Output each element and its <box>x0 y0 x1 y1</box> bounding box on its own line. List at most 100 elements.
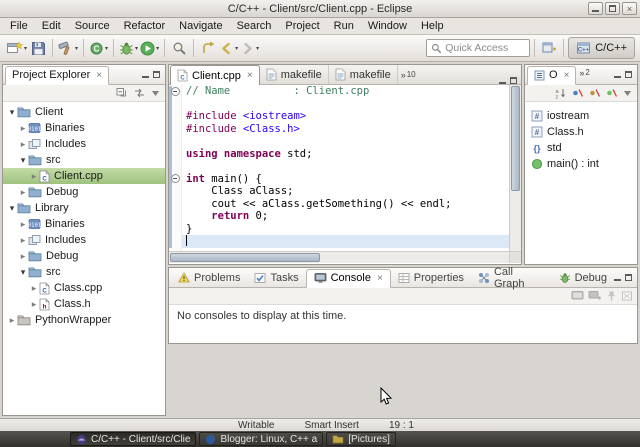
maximize-view-icon[interactable] <box>153 71 160 78</box>
search-button[interactable] <box>169 37 189 59</box>
code-line[interactable]: Class aClass; <box>182 185 509 198</box>
menu-navigate[interactable]: Navigate <box>172 19 229 33</box>
expand-arrow-icon[interactable]: ▸ <box>7 315 17 326</box>
tree-item-client-cpp[interactable]: ▸ C Client.cpp <box>3 168 165 184</box>
forward-dropdown-icon[interactable]: ▾ <box>256 45 259 52</box>
tree-item-src[interactable]: ▾ src <box>3 152 165 168</box>
minimize-view-icon[interactable] <box>614 275 621 281</box>
cpp-perspective-button[interactable]: C++ C/C++ <box>568 37 635 59</box>
code-line[interactable]: #include <Class.h> <box>182 123 509 136</box>
view-menu-icon[interactable] <box>622 88 633 98</box>
outline-view-overflow[interactable]: » 2 <box>579 68 589 78</box>
tree-item-debug[interactable]: ▸ Debug <box>3 248 165 264</box>
console-tab-problems[interactable]: Problems <box>171 268 247 287</box>
expand-arrow-icon[interactable]: ▸ <box>18 251 28 262</box>
editor-tab-overflow[interactable]: » 10 <box>401 70 416 80</box>
menu-source[interactable]: Source <box>68 19 117 33</box>
close-tab-icon[interactable]: × <box>247 70 253 81</box>
new-cpp-class-dropdown-icon[interactable]: ▾ <box>105 45 108 52</box>
display-selected-console-icon[interactable] <box>571 290 584 302</box>
code-line[interactable]: #include <iostream> <box>182 110 509 123</box>
menu-edit[interactable]: Edit <box>35 19 68 33</box>
expand-arrow-icon[interactable]: ▸ <box>18 187 28 198</box>
run-dropdown-icon[interactable]: ▾ <box>156 45 159 52</box>
menu-file[interactable]: File <box>3 19 35 33</box>
new-cpp-class-button[interactable]: C ▾ <box>88 37 109 59</box>
expand-arrow-icon[interactable]: ▸ <box>29 299 39 310</box>
taskbar-item[interactable]: Blogger: Linux, C++ a <box>199 432 324 446</box>
menu-search[interactable]: Search <box>230 19 279 33</box>
editor-vertical-scrollbar[interactable] <box>509 85 521 251</box>
open-console-icon[interactable] <box>588 290 601 302</box>
code-line[interactable] <box>182 98 509 111</box>
outline-item-iostream[interactable]: # iostream <box>525 108 637 124</box>
tree-item-src[interactable]: ▾ src <box>3 264 165 280</box>
code-line[interactable]: // Name : Client.cpp <box>182 85 509 98</box>
editor-tab-makefile[interactable]: makefile <box>260 65 329 84</box>
close-view-icon[interactable]: × <box>96 70 102 81</box>
maximize-window-icon[interactable] <box>605 2 620 15</box>
back-dropdown-icon[interactable]: ▾ <box>235 45 238 52</box>
tree-item-class-h[interactable]: ▸ h Class.h <box>3 296 165 312</box>
console-tab-debug[interactable]: Debug <box>552 268 614 287</box>
minimize-view-icon[interactable] <box>142 72 149 78</box>
code-line[interactable]: cout << aClass.getSomething() << endl; <box>182 198 509 211</box>
collapse-arrow-icon[interactable]: ▾ <box>18 267 28 278</box>
debug-dropdown-icon[interactable]: ▾ <box>135 45 138 52</box>
tree-item-debug[interactable]: ▸ Debug <box>3 184 165 200</box>
console-tab-call-graph[interactable]: Call Graph <box>471 266 552 290</box>
open-perspective-button[interactable] <box>539 37 559 59</box>
run-button[interactable]: ▾ <box>139 37 160 59</box>
minimize-view-icon[interactable] <box>614 72 621 78</box>
console-tab-console[interactable]: Console × <box>305 268 391 288</box>
build-dropdown-icon[interactable]: ▾ <box>75 45 78 52</box>
menu-refactor[interactable]: Refactor <box>117 19 173 33</box>
minimize-editor-icon[interactable] <box>499 78 506 84</box>
close-tab-icon[interactable]: × <box>377 273 383 284</box>
outline-item-std[interactable]: {} std <box>525 140 637 156</box>
new-wizard-button[interactable]: ▾ <box>5 37 28 59</box>
outline-tab[interactable]: O × <box>527 65 577 85</box>
tree-item-binaries[interactable]: ▸ 0101 Binaries <box>3 120 165 136</box>
editor-tab-client-cpp[interactable]: C Client.cpp × <box>170 65 260 85</box>
expand-arrow-icon[interactable]: ▸ <box>18 235 28 246</box>
menu-window[interactable]: Window <box>361 19 414 33</box>
collapse-all-icon[interactable] <box>116 87 129 99</box>
code-line[interactable] <box>182 235 509 248</box>
expand-arrow-icon[interactable]: ▸ <box>29 171 39 182</box>
project-explorer-tab[interactable]: Project Explorer × <box>5 65 110 85</box>
tree-item-includes[interactable]: ▸ Includes <box>3 136 165 152</box>
tree-item-class-cpp[interactable]: ▸ C Class.cpp <box>3 280 165 296</box>
close-view-icon[interactable]: × <box>564 70 570 81</box>
pin-console-icon[interactable] <box>605 290 617 302</box>
expand-arrow-icon[interactable]: ▸ <box>18 123 28 134</box>
code-line[interactable]: return 0; <box>182 210 509 223</box>
link-with-editor-icon[interactable] <box>133 87 146 99</box>
save-button[interactable] <box>28 37 48 59</box>
code-line[interactable] <box>182 135 509 148</box>
code-line[interactable]: } <box>182 223 509 236</box>
code-line[interactable]: using namespace std; <box>182 148 509 161</box>
code-area[interactable]: // Name : Client.cpp #include <iostream>… <box>182 85 509 251</box>
console-tab-properties[interactable]: Properties <box>391 268 471 287</box>
tree-item-pythonwrapper[interactable]: ▸ PythonWrapper <box>3 312 165 328</box>
menu-help[interactable]: Help <box>414 19 451 33</box>
expand-arrow-icon[interactable]: ▸ <box>29 283 39 294</box>
hide-static-icon[interactable] <box>588 87 601 99</box>
code-line[interactable] <box>182 160 509 173</box>
outline-item-class-h[interactable]: # Class.h <box>525 124 637 140</box>
new-wizard-dropdown-icon[interactable]: ▾ <box>24 45 27 52</box>
sort-icon[interactable]: az <box>554 87 567 99</box>
tree-item-binaries[interactable]: ▸ 0101 Binaries <box>3 216 165 232</box>
menu-run[interactable]: Run <box>327 19 361 33</box>
vertical-scrollbar-thumb[interactable] <box>511 86 520 191</box>
maximize-editor-icon[interactable] <box>510 77 517 84</box>
expand-arrow-icon[interactable]: ▸ <box>18 219 28 230</box>
forward-button[interactable]: ▾ <box>239 37 260 59</box>
expand-arrow-icon[interactable]: ▸ <box>18 139 28 150</box>
code-line[interactable]: int main() { <box>182 173 509 186</box>
view-menu-icon[interactable] <box>150 88 161 98</box>
collapse-arrow-icon[interactable]: ▾ <box>18 155 28 166</box>
hide-non-public-icon[interactable] <box>605 87 618 99</box>
collapse-arrow-icon[interactable]: ▾ <box>7 203 17 214</box>
